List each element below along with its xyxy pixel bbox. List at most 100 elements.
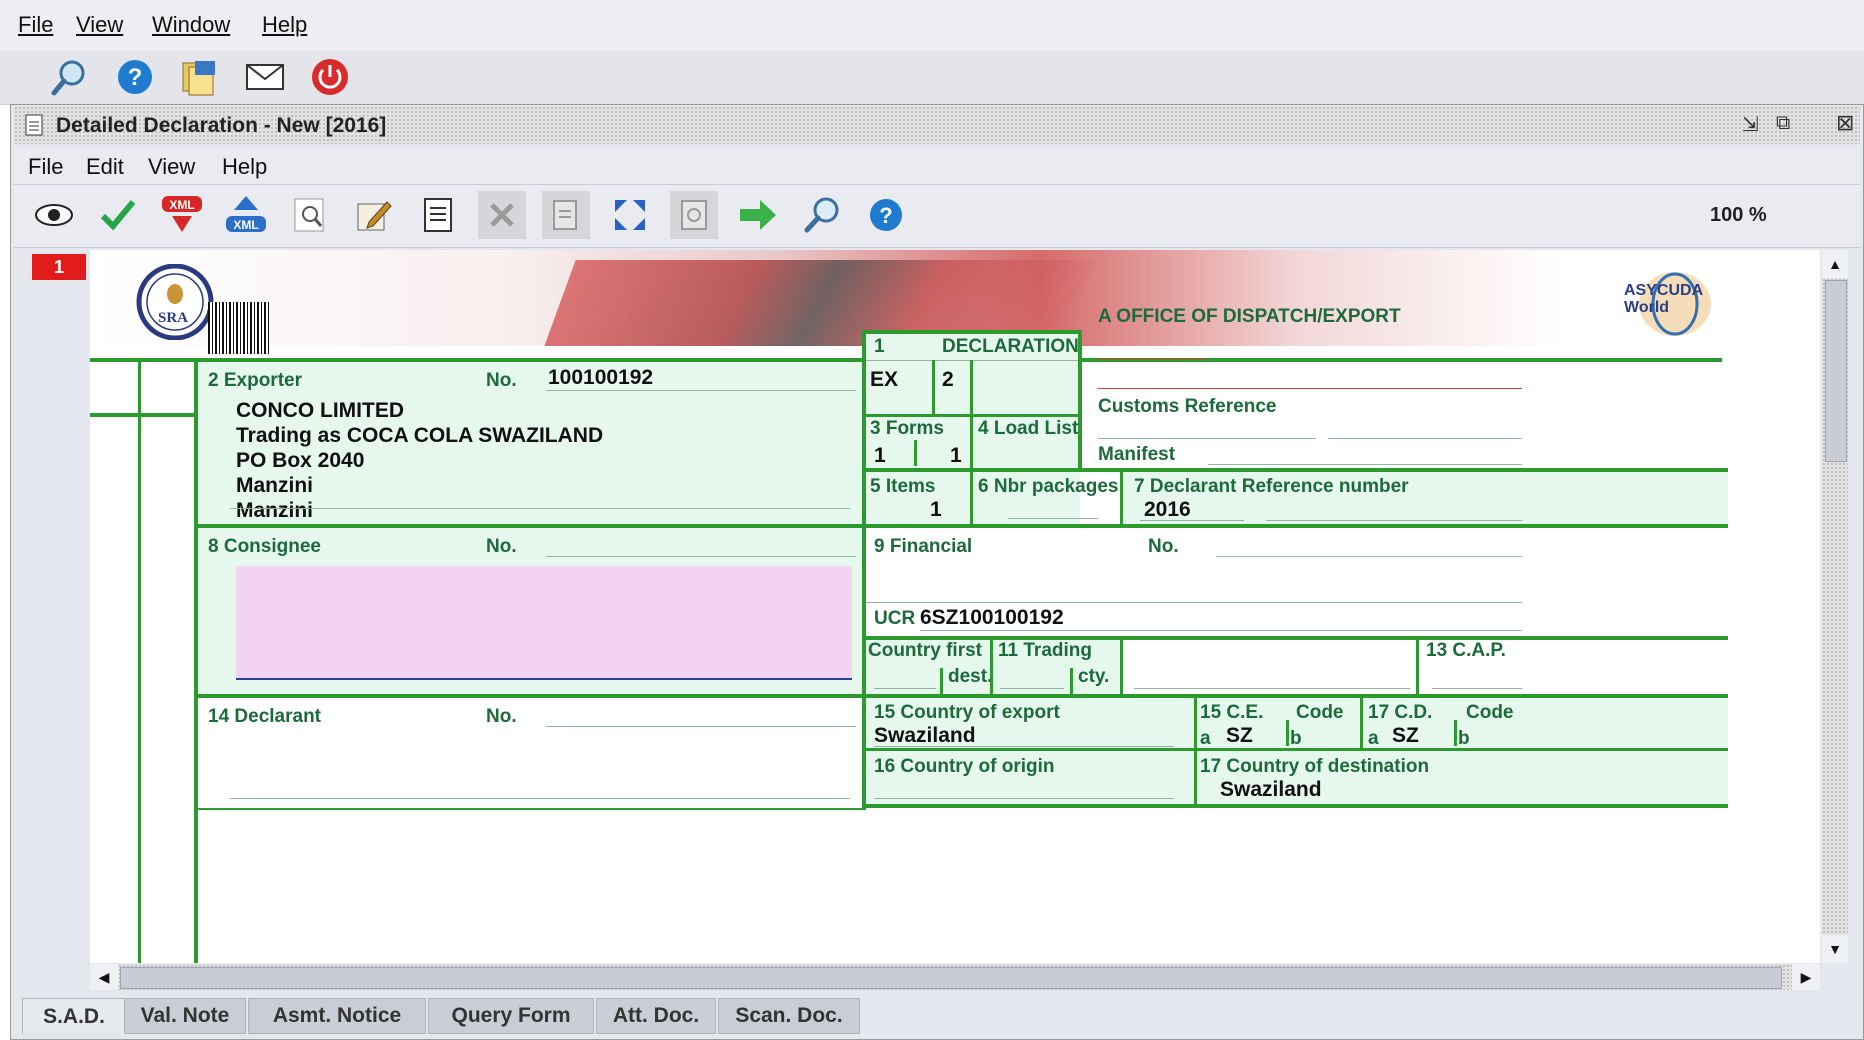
- close-icon[interactable]: ⊠: [1836, 110, 1854, 136]
- load-list-label: 4 Load List: [978, 418, 1079, 439]
- packages-label: 6 Nbr packages: [978, 476, 1119, 497]
- scroll-up-icon[interactable]: ▲: [1822, 250, 1848, 278]
- menu-view[interactable]: View: [76, 12, 123, 38]
- menu-window[interactable]: Window: [152, 12, 230, 38]
- svg-text:XML: XML: [169, 198, 194, 212]
- exporter-line: CONCO LIMITED: [236, 399, 404, 422]
- delete-icon[interactable]: [478, 191, 526, 239]
- consignee-input[interactable]: [236, 566, 852, 680]
- tab-val-note[interactable]: Val. Note: [124, 998, 246, 1034]
- destination-label: 17 Country of destination: [1200, 756, 1430, 777]
- cap-label: 13 C.A.P.: [1426, 640, 1506, 661]
- financial-label: 9 Financial: [874, 536, 973, 557]
- exporter-label: 2 Exporter: [208, 370, 302, 391]
- window-title-bar: Detailed Declaration - New [2016] ⇲ ⧉ ⊠: [14, 106, 1860, 144]
- tab-asmt-notice[interactable]: Asmt. Notice: [248, 998, 426, 1034]
- window-menu-file[interactable]: File: [28, 154, 63, 180]
- declarant-no-label: No.: [486, 706, 517, 727]
- items-value[interactable]: 1: [930, 498, 942, 522]
- trading-label: 11 Trading: [998, 640, 1092, 661]
- preview-icon[interactable]: [286, 191, 334, 239]
- declaration-number: 1: [874, 336, 885, 357]
- cd-a-value[interactable]: SZ: [1392, 724, 1419, 748]
- tab-scan-doc[interactable]: Scan. Doc.: [718, 998, 860, 1034]
- country-first-label: Country first: [868, 640, 982, 661]
- app-menu-bar: File View Window Help: [0, 0, 1864, 50]
- forms-a[interactable]: 1: [874, 444, 886, 468]
- scroll-right-icon[interactable]: ▶: [1792, 964, 1820, 990]
- country-export-value[interactable]: Swaziland: [874, 724, 976, 748]
- cd-label: 17 C.D.: [1368, 702, 1433, 723]
- cd-b-label: b: [1458, 728, 1470, 749]
- window-menu-bar: File Edit View Help: [14, 146, 1860, 185]
- eye-icon[interactable]: [30, 191, 78, 239]
- menu-file[interactable]: File: [18, 12, 53, 38]
- document-icon: [24, 113, 44, 142]
- cd-code-label: Code: [1466, 702, 1514, 723]
- menu-help[interactable]: Help: [262, 12, 307, 38]
- destination-value[interactable]: Swaziland: [1220, 778, 1322, 802]
- svg-text:?: ?: [128, 64, 143, 91]
- customs-reference-label: Customs Reference: [1098, 396, 1277, 417]
- help-icon[interactable]: ?: [111, 53, 159, 101]
- exporter-address[interactable]: CONCO LIMITED Trading as COCA COLA SWAZI…: [236, 398, 603, 523]
- exporter-no[interactable]: 100100192: [548, 366, 653, 390]
- origin-label: 16 Country of origin: [874, 756, 1055, 777]
- page-gutter: [14, 248, 90, 964]
- declaration-subtype[interactable]: 2: [942, 368, 954, 392]
- xml-export-icon[interactable]: XML: [158, 191, 206, 239]
- office-label: A OFFICE OF DISPATCH/EXPORT: [1098, 306, 1401, 327]
- zoom-level: 100 %: [1710, 204, 1767, 226]
- cd-a-label: a: [1368, 728, 1379, 749]
- vertical-scrollbar[interactable]: ▲ ▼: [1822, 250, 1848, 963]
- window-menu-view[interactable]: View: [148, 154, 195, 180]
- scroll-thumb-horizontal[interactable]: [120, 967, 1782, 989]
- window-title: Detailed Declaration - New [2016]: [56, 114, 387, 137]
- declaration-type[interactable]: EX: [870, 368, 898, 392]
- window-menu-help[interactable]: Help: [222, 154, 267, 180]
- find-icon[interactable]: [798, 191, 846, 239]
- scroll-thumb[interactable]: [1825, 280, 1847, 462]
- documents-icon[interactable]: [176, 53, 224, 101]
- tab-att-doc[interactable]: Att. Doc.: [596, 998, 716, 1034]
- xml-import-icon[interactable]: XML: [222, 191, 270, 239]
- document-icon[interactable]: [414, 191, 462, 239]
- maximize-icon[interactable]: ⧉: [1776, 112, 1790, 135]
- svg-text:XML: XML: [233, 218, 258, 232]
- arrow-right-icon[interactable]: [734, 191, 782, 239]
- consignee-no-label: No.: [486, 536, 517, 557]
- declarant-reference-value[interactable]: 2016: [1144, 498, 1191, 522]
- print-preview-icon[interactable]: [670, 191, 718, 239]
- asycuda-logo: ASYCUDA World: [1620, 264, 1730, 340]
- horizontal-scrollbar[interactable]: ◀ ▶: [90, 964, 1820, 990]
- exporter-line: Trading as COCA COLA SWAZILAND: [236, 424, 604, 447]
- declarant-reference-label: 7 Declarant Reference number: [1134, 476, 1409, 497]
- tab-query-form[interactable]: Query Form: [428, 998, 594, 1034]
- scroll-down-icon[interactable]: ▼: [1822, 935, 1848, 963]
- forms-b[interactable]: 1: [950, 444, 962, 468]
- tab-sad[interactable]: S.A.D.: [22, 998, 126, 1034]
- declaration-label: DECLARATION: [942, 336, 1079, 357]
- power-icon[interactable]: [306, 53, 354, 101]
- copy-icon[interactable]: [542, 191, 590, 239]
- ce-a-value[interactable]: SZ: [1226, 724, 1253, 748]
- minimize-icon[interactable]: ⇲: [1742, 112, 1759, 137]
- expand-icon[interactable]: [606, 191, 654, 239]
- ucr-value[interactable]: 6SZ100100192: [920, 606, 1064, 630]
- app-toolbar: ?: [0, 50, 1864, 105]
- barcode: [208, 302, 270, 354]
- help-icon[interactable]: ?: [862, 191, 910, 239]
- edit-icon[interactable]: [350, 191, 398, 239]
- scroll-left-icon[interactable]: ◀: [90, 964, 118, 990]
- page-badge[interactable]: 1: [32, 254, 86, 280]
- exporter-line: Manzini: [236, 474, 313, 497]
- check-icon[interactable]: [94, 191, 142, 239]
- window-toolbar: XML XML ? 100 %: [14, 185, 1860, 248]
- window-menu-edit[interactable]: Edit: [86, 154, 124, 180]
- declaration-form: SRA ASYCUDA World 2 Exporter No. 1001001…: [90, 250, 1820, 963]
- mail-icon[interactable]: [241, 53, 289, 101]
- ce-b-label: b: [1290, 728, 1302, 749]
- exporter-no-label: No.: [486, 370, 517, 391]
- magnifier-icon[interactable]: [46, 53, 94, 101]
- exporter-line: PO Box 2040: [236, 449, 365, 472]
